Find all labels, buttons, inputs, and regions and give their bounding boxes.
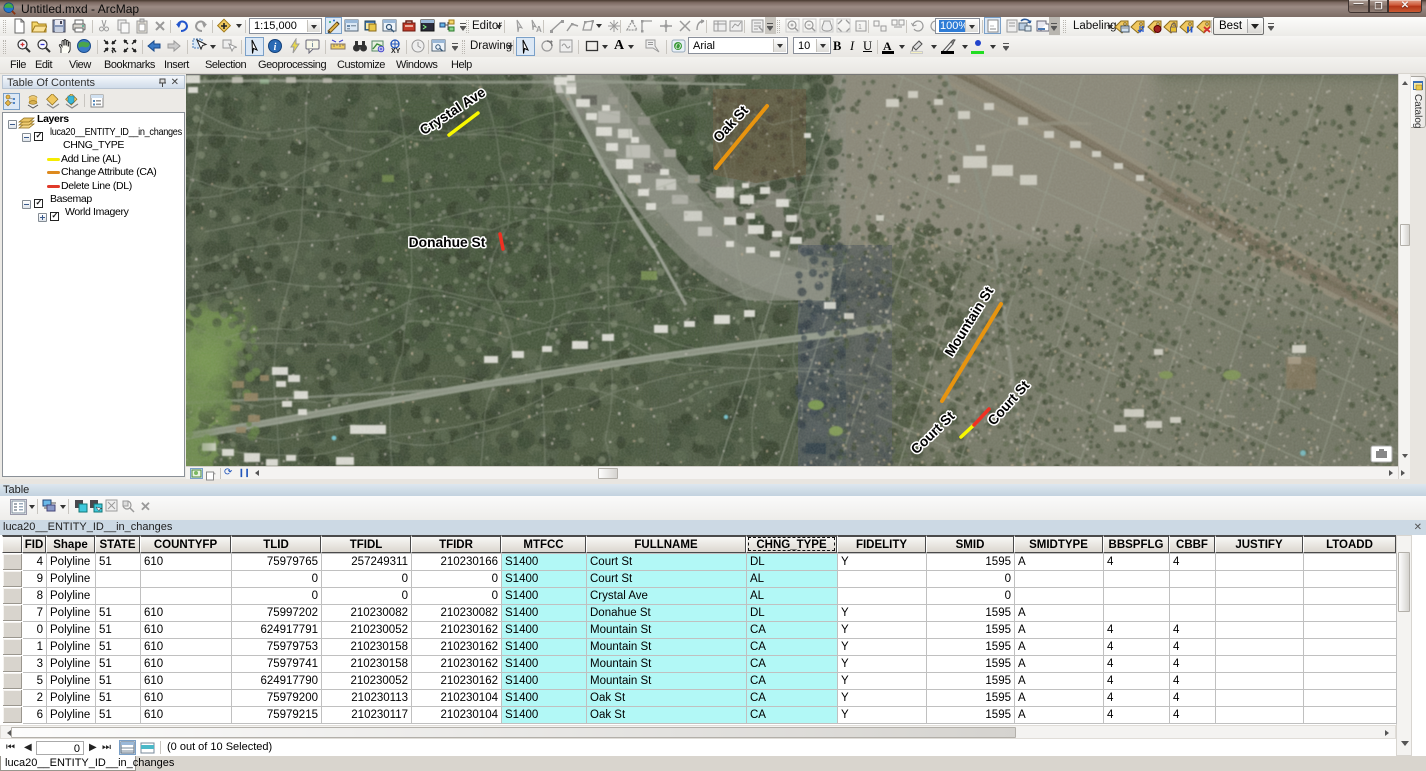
svg-text:A: A bbox=[536, 25, 542, 34]
svg-text:XY: XY bbox=[391, 48, 401, 54]
svg-text:1: 1 bbox=[858, 24, 862, 31]
svg-text:O: O bbox=[675, 42, 681, 51]
svg-text:i: i bbox=[274, 42, 277, 53]
